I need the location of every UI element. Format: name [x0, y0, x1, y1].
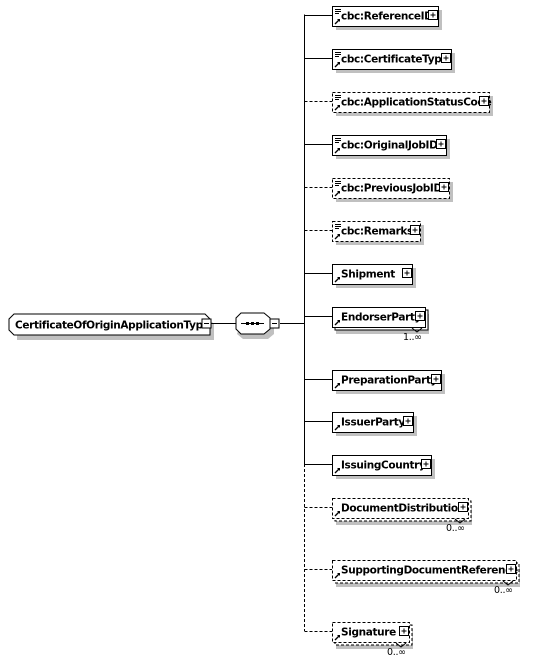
root-type-label: CertificateOfOriginApplicationType [15, 320, 210, 332]
element-node[interactable]: SupportingDocumentReference 0..∞ [304, 560, 521, 597]
element-label: IssuerParty [341, 417, 405, 429]
root-type-node[interactable]: CertificateOfOriginApplicationType [8, 313, 214, 340]
element-node[interactable]: Signature 0..∞ [304, 622, 414, 659]
element-label: cbc:ReferenceID [341, 11, 433, 23]
element-node[interactable]: cbc:ReferenceID [304, 6, 443, 31]
element-label: cbc:CertificateType [341, 54, 448, 66]
schema-diagram: CertificateOfOriginApplicationType cbc:R… [8, 6, 521, 659]
expand-button[interactable] [428, 10, 438, 20]
element-tree: cbc:ReferenceID cbc:CertificateType cbc:Ap… [304, 6, 521, 659]
expand-button[interactable] [402, 268, 412, 278]
element-label: cbc:ApplicationStatusCode [341, 97, 492, 109]
element-label: Signature [341, 627, 396, 639]
sequence-dots-icon [246, 322, 259, 325]
element-label: Shipment [341, 269, 395, 281]
expand-button[interactable] [439, 182, 449, 192]
occurrence-label: 0..∞ [387, 647, 406, 658]
element-node[interactable]: Shipment [304, 264, 417, 289]
element-node[interactable]: cbc:Remarks [304, 221, 425, 246]
expand-button[interactable] [399, 626, 409, 636]
element-label: cbc:OriginalJobID [341, 140, 438, 152]
root-collapse-button[interactable] [201, 318, 212, 329]
expand-button[interactable] [410, 225, 420, 235]
element-node[interactable]: cbc:PreviousJobID [304, 178, 454, 203]
expand-button[interactable] [506, 564, 516, 574]
expand-button[interactable] [436, 139, 446, 149]
expand-button[interactable] [431, 374, 441, 384]
element-node[interactable]: cbc:ApplicationStatusCode [304, 92, 494, 117]
element-label: IssuingCountry [341, 460, 426, 472]
element-node[interactable]: EndorserParty 1..∞ [304, 307, 430, 344]
expand-button[interactable] [421, 459, 431, 469]
element-node[interactable]: DocumentDistribution 0..∞ [304, 498, 473, 535]
sequence-collapse-button[interactable] [269, 318, 280, 329]
element-node[interactable]: PreparationParty [304, 370, 446, 395]
element-node[interactable]: cbc:OriginalJobID [304, 135, 451, 160]
expand-button[interactable] [441, 53, 451, 63]
occurrence-label: 0..∞ [494, 585, 513, 596]
sequence-compositor[interactable] [235, 312, 280, 339]
expand-button[interactable] [415, 311, 425, 321]
expand-button[interactable] [458, 502, 468, 512]
element-node[interactable]: cbc:CertificateType [304, 49, 456, 74]
expand-button[interactable] [479, 96, 489, 106]
occurrence-label: 1..∞ [403, 332, 422, 343]
element-node[interactable]: IssuingCountry [304, 455, 436, 480]
element-label: PreparationParty [341, 375, 438, 387]
element-label: cbc:PreviousJobID [341, 183, 442, 195]
element-label: SupportingDocumentReference [341, 565, 518, 577]
expand-button[interactable] [403, 416, 413, 426]
element-label: cbc:Remarks [341, 226, 413, 238]
element-label: DocumentDistribution [341, 503, 465, 515]
element-node[interactable]: IssuerParty [304, 412, 418, 437]
occurrence-label: 0..∞ [446, 523, 465, 534]
element-label: EndorserParty [341, 312, 422, 324]
